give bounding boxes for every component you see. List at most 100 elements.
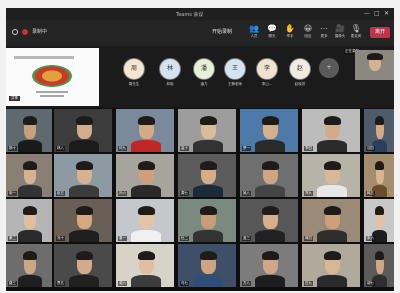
slide-text-line (40, 95, 64, 97)
participant-body (193, 139, 224, 152)
participant-video-tile[interactable]: 杜二 (178, 199, 236, 242)
video-grid: 王小明陈伟刘佳张三李四赵五孙六周七吴八郑九冯十董一杜二蓝三蒋四贾五谢六马七方八石… (6, 108, 394, 291)
participant-video-tile[interactable]: 胡七 (364, 244, 394, 287)
more-button[interactable]: ⋯ 更多 (316, 24, 332, 42)
participant-body (193, 229, 224, 242)
participant-body (317, 274, 348, 287)
participant-video-tile[interactable]: 石九 (302, 244, 360, 287)
participant-hair (262, 205, 280, 216)
participant-video-tile[interactable]: 马七 (178, 244, 236, 287)
participant-video-tile[interactable]: 董一 (116, 199, 174, 242)
participant-video-tile[interactable]: 吴八 (240, 154, 298, 197)
participant-body (69, 274, 100, 287)
participant-avatar[interactable]: 赵 (289, 58, 311, 80)
participant-video-tile[interactable]: 林八 (54, 109, 112, 152)
recording-indicator: 录制中 (12, 28, 47, 35)
participant-hair (76, 205, 94, 216)
people-icon: 👥 (249, 24, 259, 33)
participant-avatar[interactable]: 林 (159, 58, 181, 80)
participant-name: 王静老师 (228, 82, 242, 86)
minimize-button[interactable]: — (364, 10, 370, 17)
participant-video-tile[interactable]: 秦二 (6, 199, 52, 242)
smile-icon: 😀 (303, 24, 313, 33)
slide-text-line (36, 91, 68, 93)
participant-name: 周先生 (128, 82, 140, 86)
participant-hair (200, 160, 218, 171)
participant-video-tile[interactable]: 蓝三 (240, 199, 298, 242)
participant-body (193, 274, 224, 287)
participant-avatar[interactable]: 周 (123, 58, 145, 80)
people-button[interactable]: 👥 人员 (246, 24, 262, 42)
camera-label: 摄像头 (334, 34, 346, 38)
participant-body (317, 229, 348, 242)
raise-hand-button[interactable]: ✋ 举手 (282, 24, 298, 42)
leave-button[interactable]: 离开 (370, 27, 390, 38)
chat-button[interactable]: 💬 聊天 (264, 24, 280, 42)
participant-hair (200, 250, 218, 261)
participant-name-tag: 胡七 (366, 281, 375, 286)
participant-name-tag: 何九 (118, 146, 127, 151)
participant-video-tile[interactable]: 周七 (178, 154, 236, 197)
camera-button[interactable]: 🎥 摄像头 (332, 24, 348, 42)
participant-name-tag: 蓝三 (242, 236, 251, 241)
participant-video-tile[interactable]: 冯十 (54, 199, 112, 242)
participant-avatar[interactable]: 李 (256, 58, 278, 80)
participant-avatar[interactable]: 王 (224, 58, 246, 80)
participant-hair (76, 250, 94, 261)
participant-name-tag: 吴八 (242, 191, 251, 196)
participant-name-tag: 郑九 (304, 191, 313, 196)
participant-hair (324, 205, 342, 216)
participant-video-tile[interactable]: 罗一 (240, 109, 298, 152)
participant-body (193, 184, 224, 197)
participant-hair (138, 160, 156, 171)
participant-name-tag: 赵五 (56, 191, 65, 196)
participant-video-tile[interactable]: 路三 (6, 244, 52, 287)
participant-name-tag: 杜二 (180, 236, 189, 241)
chat-label: 聊天 (268, 34, 276, 38)
participant-video-tile[interactable]: 孙六 (116, 154, 174, 197)
participant-video-tile[interactable]: 蒋四 (302, 199, 360, 242)
participant-name-tag: 秦二 (8, 236, 17, 241)
participant-video-tile[interactable]: 郑九 (302, 154, 360, 197)
participant-body (69, 229, 100, 242)
participant-hair (324, 115, 342, 126)
participant-video-tile[interactable]: 沈四 (364, 109, 394, 152)
participant-avatar[interactable]: 潘 (193, 58, 215, 80)
shared-screen-thumbnail[interactable]: 共享 (6, 48, 99, 106)
participant-body (17, 229, 42, 242)
participant-name-tag: 林八 (56, 146, 65, 151)
participant-name-tag: 石九 (304, 281, 313, 286)
participant-video-tile[interactable]: 韩五 (364, 154, 394, 197)
participant-video-tile[interactable]: 朱六 (364, 199, 394, 242)
mic-button[interactable]: 🎙 麦克风 (348, 24, 364, 42)
participant-name: 李山… (261, 82, 273, 86)
participant-body (17, 139, 42, 152)
slide-title-line (14, 56, 74, 59)
participant-body (131, 229, 162, 242)
more-participants-button[interactable]: + (319, 58, 339, 78)
participant-video-tile[interactable]: 贾五 (54, 244, 112, 287)
window-title: Teams 会议 (176, 12, 204, 18)
participant-video-tile[interactable]: 高十 (178, 109, 236, 152)
participant-video-tile[interactable]: 方八 (240, 244, 298, 287)
participant-name-tag: 韩五 (366, 191, 375, 196)
participant-video-tile[interactable]: 宋一 (6, 154, 52, 197)
participant-name-tag: 李四 (304, 146, 313, 151)
mic-label: 麦克风 (350, 34, 362, 38)
participant-video-tile[interactable]: 李四 (302, 109, 360, 152)
participant-video-tile[interactable]: 何九 (116, 109, 174, 152)
maximize-button[interactable]: □ (374, 10, 380, 17)
participant-name-tag: 冯十 (56, 236, 65, 241)
participant-video-tile[interactable]: 杨十 (6, 109, 52, 152)
close-button[interactable]: ✕ (384, 10, 389, 17)
participant-hair (262, 250, 280, 261)
participant-video-tile[interactable]: 谢六 (116, 244, 174, 287)
participant-name-tag: 杨十 (8, 146, 17, 151)
participant-hair (375, 160, 385, 171)
participant-name-tag: 沈四 (366, 146, 375, 151)
participant-hair (138, 115, 156, 126)
participant-video-tile[interactable]: 赵五 (54, 154, 112, 197)
recording-label: 录制中 (32, 29, 48, 35)
reactions-button[interactable]: 😀 回应 (300, 24, 316, 42)
participant-name: 赵晓芳 (294, 82, 306, 86)
